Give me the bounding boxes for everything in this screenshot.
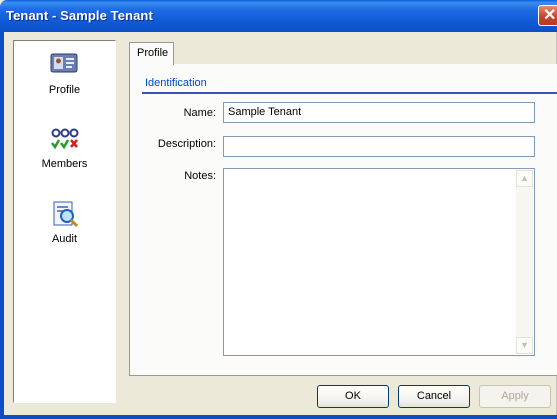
profile-icon [48, 52, 82, 80]
name-label: Name: [183, 107, 216, 119]
title-bar[interactable]: Tenant - Sample Tenant ✕ [0, 0, 557, 32]
members-icon [48, 126, 82, 154]
sidebar-item-label: Audit [51, 233, 78, 245]
identification-group-title: Identification [145, 77, 207, 89]
name-value: Sample Tenant [228, 106, 302, 118]
tab-profile[interactable]: Profile [129, 42, 174, 65]
notes-label: Notes: [184, 170, 216, 182]
sidebar-item-profile[interactable]: Profile [14, 52, 115, 96]
description-field[interactable] [223, 136, 535, 157]
ok-button[interactable]: OK [317, 385, 389, 408]
apply-button[interactable]: Apply [479, 385, 551, 408]
notes-scrollbar[interactable]: ▲ ▼ [516, 170, 533, 354]
scroll-down-icon[interactable]: ▼ [516, 337, 533, 354]
cancel-button[interactable]: Cancel [398, 385, 470, 408]
window-frame-left [0, 32, 4, 419]
sidebar-item-label: Members [41, 158, 88, 170]
sidebar-item-members[interactable]: Members [14, 126, 115, 170]
sidebar-item-label: Profile [48, 84, 81, 96]
window-title: Tenant - Sample Tenant [6, 8, 153, 23]
name-field[interactable]: Sample Tenant [223, 102, 535, 123]
sidebar: Profile Members Audit [13, 40, 116, 403]
close-button[interactable]: ✕ [538, 5, 557, 26]
sidebar-item-audit[interactable]: Audit [14, 201, 115, 245]
tenant-dialog: Tenant - Sample Tenant ✕ Profile Members… [0, 0, 557, 419]
group-divider [142, 92, 557, 94]
notes-textarea[interactable]: ▲ ▼ [223, 168, 535, 356]
audit-icon [48, 201, 82, 229]
close-icon: ✕ [543, 7, 557, 24]
scroll-up-icon[interactable]: ▲ [516, 170, 533, 187]
window-frame-bottom [0, 415, 557, 419]
tab-label: Profile [137, 47, 169, 59]
description-label: Description: [157, 138, 216, 150]
